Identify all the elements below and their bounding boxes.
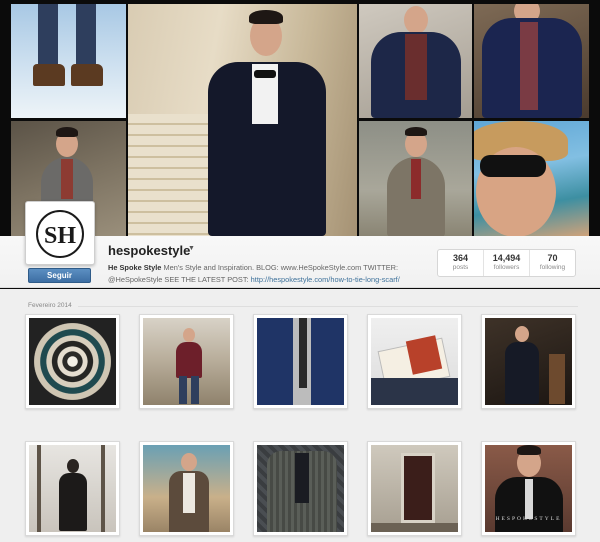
avatar[interactable]: SH [25, 201, 95, 265]
monogram-logo-icon: SH [36, 210, 84, 258]
follow-button[interactable]: Seguir [28, 268, 91, 283]
feed-photo-doorway[interactable] [367, 441, 462, 536]
profile-username[interactable]: hespokestyle [108, 243, 190, 258]
feed-photo-staircase[interactable] [25, 314, 120, 409]
stat-label: posts [452, 264, 469, 271]
stat-value: 70 [547, 253, 558, 263]
profile-stats: 364 posts 14,494 followers 70 following [437, 249, 576, 277]
cover-photo-tuxedo[interactable] [128, 4, 357, 236]
stat-label: following [539, 264, 566, 271]
feed-photo-navy-jacket[interactable] [253, 314, 348, 409]
cover-photo-grey-suit[interactable] [359, 121, 472, 236]
feed-photo-vest[interactable] [139, 441, 234, 536]
stat-followers[interactable]: 14,494 followers [484, 250, 530, 276]
stat-label: followers [493, 264, 520, 271]
stat-value: 14,494 [492, 253, 521, 263]
bio-name: He Spoke Style [108, 263, 162, 272]
feed-photo-tweed[interactable] [253, 441, 348, 536]
monogram-text: SH [44, 223, 76, 249]
feed-photo-dark-room[interactable] [481, 314, 576, 409]
stat-value: 364 [452, 253, 469, 263]
cover-photo-scarf[interactable] [359, 4, 472, 118]
cover-photo-sunglasses[interactable] [474, 121, 589, 236]
bio-link[interactable]: http://hespokestyle.com/how-to-tie-long-… [251, 275, 400, 284]
feed-photo-book[interactable] [367, 314, 462, 409]
photo-watermark: HESPOKESTYLE [495, 516, 562, 522]
feed-photo-portrait[interactable]: HESPOKESTYLE [481, 441, 576, 536]
chevron-down-icon[interactable]: ▼ [188, 245, 195, 252]
feed-date-label: Fevereiro 2014 [28, 302, 72, 309]
cover-photo-boots[interactable] [11, 4, 126, 118]
stat-posts[interactable]: 364 posts [438, 250, 484, 276]
feed-photo-street[interactable] [139, 314, 234, 409]
cover-photo-paisley[interactable] [474, 4, 589, 118]
feed-photo-overcoat[interactable] [25, 441, 120, 536]
stat-following[interactable]: 70 following [530, 250, 575, 276]
date-divider [78, 306, 578, 307]
profile-bio: He Spoke Style Men's Style and Inspirati… [108, 262, 428, 286]
